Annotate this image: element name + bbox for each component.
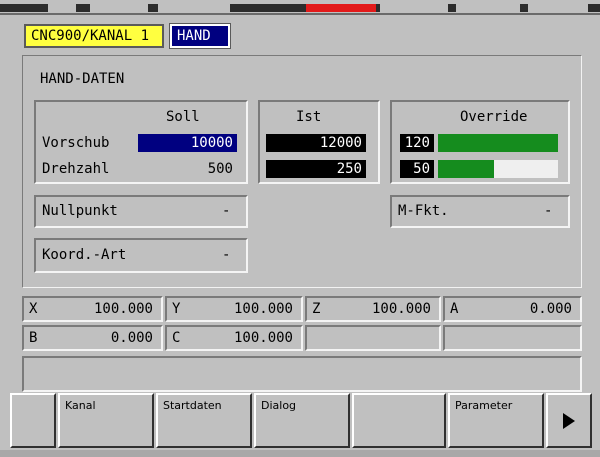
bottom-border [0, 450, 600, 457]
ist-heading: Ist [296, 109, 322, 125]
nullpunkt-label: Nullpunkt [42, 203, 118, 219]
status-segment [448, 4, 456, 12]
soll-heading: Soll [166, 109, 200, 125]
status-segment [230, 4, 306, 12]
feed-override-value: 120 [400, 134, 434, 152]
axis-value: 100.000 [233, 330, 293, 346]
nullpunkt-field[interactable]: Nullpunkt - [34, 195, 248, 228]
m-fkt-field[interactable]: M-Fkt. - [390, 195, 570, 228]
override-heading: Override [460, 109, 528, 125]
feed-override-bar-fill [438, 134, 558, 152]
channel-indicator: CNC900/KANAL 1 [24, 24, 164, 48]
axis-cell-b: B 0.000 [22, 325, 163, 351]
softkey-next[interactable] [546, 393, 592, 448]
axis-cell-x: X 100.000 [22, 296, 163, 322]
softkey-dialog[interactable]: Dialog [254, 393, 350, 448]
vorschub-label: Vorschub [42, 135, 110, 151]
triangle-right-icon [563, 412, 575, 429]
axis-name: X [29, 301, 38, 317]
m-fkt-value: - [544, 203, 553, 219]
override-group: Override 120 50 [390, 100, 570, 184]
axis-cell-z: Z 100.000 [305, 296, 441, 322]
drehzahl-label: Drehzahl [42, 161, 110, 177]
softkey-parameter[interactable]: Parameter [448, 393, 544, 448]
softkey-label: Dialog [261, 399, 297, 412]
status-strip [0, 0, 600, 14]
axis-name: Y [172, 301, 181, 317]
drehzahl-soll-input[interactable]: 500 [138, 160, 237, 178]
message-line [22, 356, 582, 392]
status-segment [376, 4, 380, 12]
vorschub-soll-input[interactable]: 10000 [138, 134, 237, 152]
softkey-label: Startdaten [163, 399, 222, 412]
koord-art-value: - [222, 247, 231, 263]
softkey-5[interactable] [352, 393, 446, 448]
axis-value: 0.000 [110, 330, 153, 346]
axis-name: Z [312, 301, 321, 317]
m-fkt-label: M-Fkt. [398, 203, 449, 219]
status-segment [76, 4, 90, 12]
softkey-1[interactable] [10, 393, 56, 448]
koord-art-label: Koord.-Art [42, 247, 127, 263]
koord-art-field[interactable]: Koord.-Art - [34, 238, 248, 273]
spindle-override-value: 50 [400, 160, 434, 178]
spindle-override-bar [438, 160, 558, 178]
status-segment [0, 4, 48, 12]
nullpunkt-value: - [222, 203, 231, 219]
axis-value: 100.000 [371, 301, 431, 317]
axis-name: B [29, 330, 38, 346]
axis-value: 0.000 [529, 301, 572, 317]
softkey-label: Parameter [455, 399, 513, 412]
axis-value: 100.000 [233, 301, 293, 317]
feed-override-bar [438, 134, 558, 152]
axis-value: 100.000 [93, 301, 153, 317]
axis-cell-a: A 0.000 [443, 296, 582, 322]
axis-cell-c: C 100.000 [165, 325, 303, 351]
vorschub-ist-value: 12000 [266, 134, 366, 152]
axis-name: A [450, 301, 459, 317]
soll-group: Soll Vorschub 10000 Drehzahl 500 [34, 100, 248, 184]
axis-name: C [172, 330, 181, 346]
status-segment [520, 4, 528, 12]
mode-indicator: HAND [169, 23, 231, 49]
panel-title: HAND-DATEN [40, 71, 125, 87]
axis-cell-empty [443, 325, 582, 351]
status-segment [588, 4, 600, 12]
drehzahl-ist-value: 250 [266, 160, 366, 178]
softkey-kanal[interactable]: Kanal [58, 393, 154, 448]
ist-group: Ist 12000 250 [258, 100, 380, 184]
header-divider [0, 13, 600, 15]
status-segment-active [306, 4, 376, 12]
axis-cell-empty [305, 325, 441, 351]
softkey-startdaten[interactable]: Startdaten [156, 393, 252, 448]
spindle-override-bar-fill [438, 160, 495, 178]
softkey-label: Kanal [65, 399, 96, 412]
axis-cell-y: Y 100.000 [165, 296, 303, 322]
status-segment [148, 4, 158, 12]
